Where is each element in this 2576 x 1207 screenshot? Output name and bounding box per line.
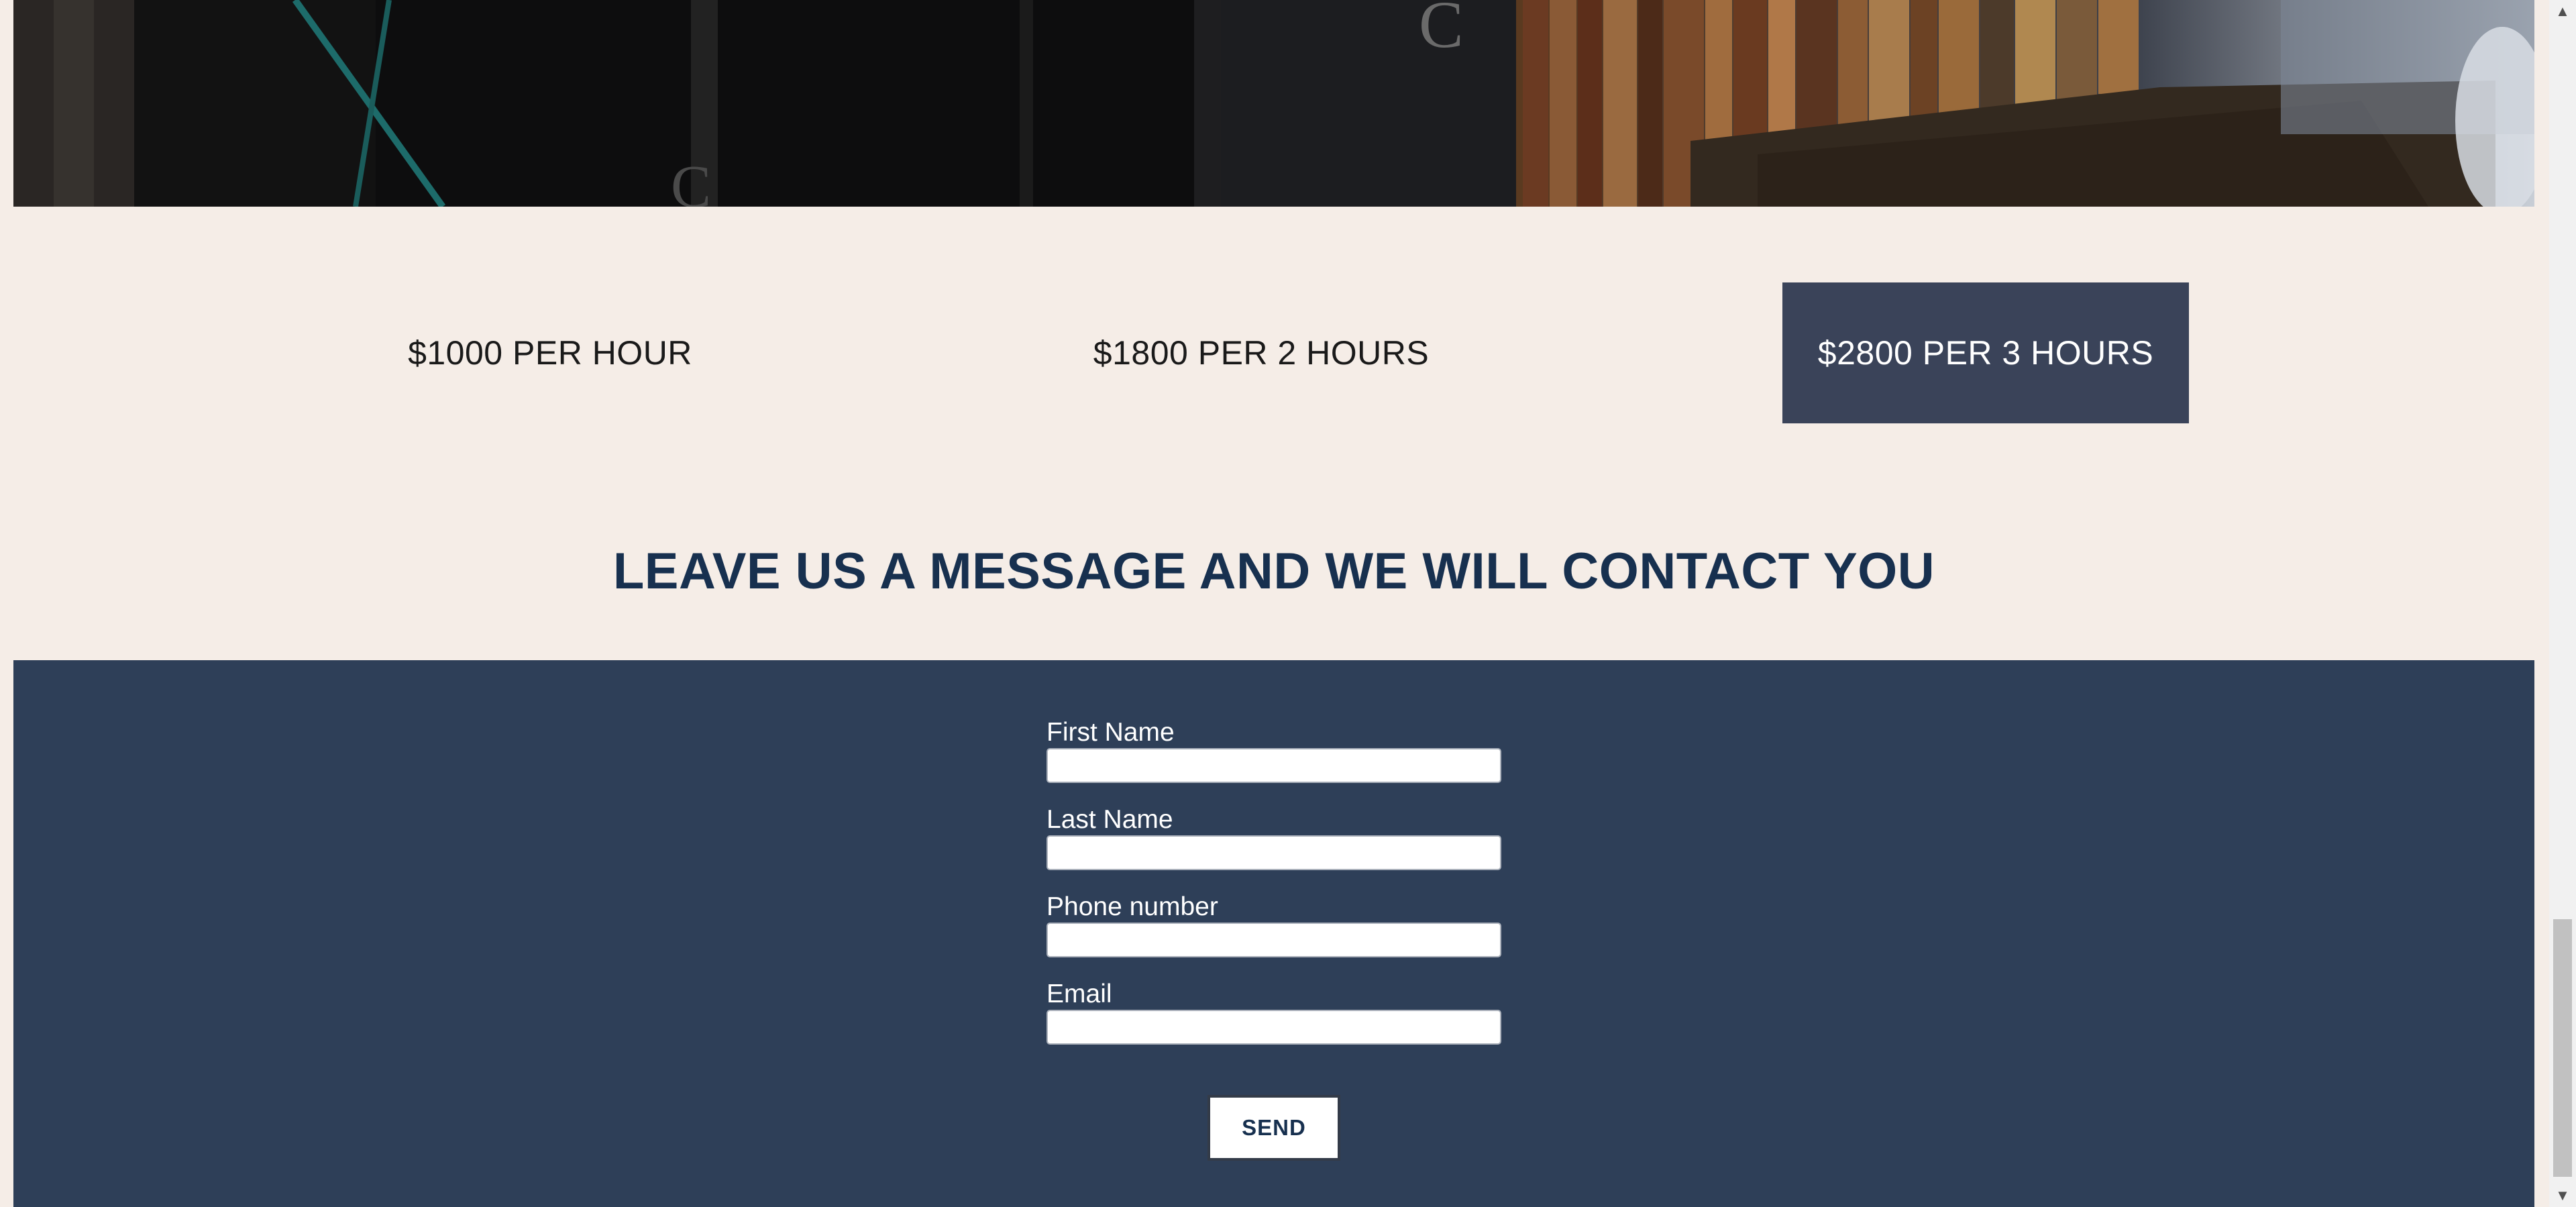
price-option-label: $1000 PER HOUR <box>408 334 692 372</box>
scrollbar-thumb[interactable] <box>2553 919 2572 1177</box>
contact-heading: LEAVE US A MESSAGE AND WE WILL CONTACT Y… <box>612 543 1935 600</box>
send-button-wrapper: SEND <box>1208 1095 1340 1161</box>
email-label: Email <box>1046 980 1112 1008</box>
chevron-down-icon[interactable]: ▼ <box>2549 1184 2576 1207</box>
chevron-up-icon[interactable]: ▲ <box>2549 0 2576 23</box>
email-input[interactable] <box>1046 1010 1501 1045</box>
pricing-section: $1000 PER HOUR $1800 PER 2 HOURS $2800 P… <box>13 207 2534 660</box>
email-field-group: Email <box>1046 979 1503 1045</box>
first-name-input[interactable] <box>1046 748 1501 783</box>
contact-form: First Name Last Name Phone number Email <box>1046 717 1503 1066</box>
first-name-field-group: First Name <box>1046 717 1503 783</box>
send-button[interactable]: SEND <box>1208 1095 1340 1161</box>
first-name-label: First Name <box>1046 718 1175 747</box>
phone-number-input[interactable] <box>1046 923 1501 957</box>
phone-number-field-group: Phone number <box>1046 892 1503 957</box>
svg-text:C: C <box>671 154 711 207</box>
vertical-scrollbar[interactable]: ▲ ▼ <box>2549 0 2576 1207</box>
price-option-1-hour[interactable]: $1000 PER HOUR <box>369 282 731 423</box>
price-option-label: $1800 PER 2 HOURS <box>1093 334 1430 372</box>
last-name-field-group: Last Name <box>1046 804 1503 870</box>
price-option-2-hours[interactable]: $1800 PER 2 HOURS <box>1060 282 1462 423</box>
last-name-label: Last Name <box>1046 805 1173 834</box>
last-name-input[interactable] <box>1046 835 1501 870</box>
phone-number-label: Phone number <box>1046 892 1218 921</box>
page: C C $1000 PER HOUR $1800 PER 2 HOURS $28… <box>0 0 2549 1207</box>
library-bookshelf-image: C C <box>13 0 2534 207</box>
svg-text:C: C <box>1419 0 1464 62</box>
contact-form-section: First Name Last Name Phone number Email … <box>13 660 2534 1207</box>
price-option-label: $2800 PER 3 HOURS <box>1817 334 2154 372</box>
price-option-3-hours-selected[interactable]: $2800 PER 3 HOURS <box>1782 282 2189 423</box>
